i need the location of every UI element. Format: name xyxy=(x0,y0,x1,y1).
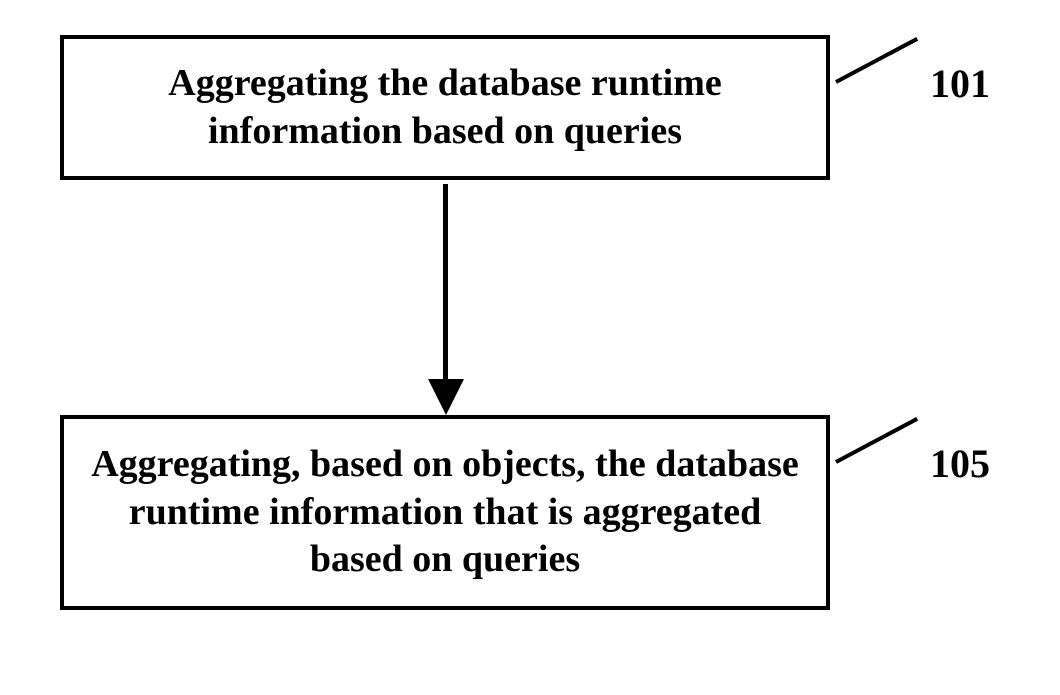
label-connector-line xyxy=(835,37,918,84)
step-label-101: 101 xyxy=(930,60,990,107)
arrow-down-icon xyxy=(443,184,447,415)
flowchart-step-105: Aggregating, based on objects, the datab… xyxy=(60,415,830,610)
label-connector-line xyxy=(835,417,918,464)
step-text: Aggregating the database runtime informa… xyxy=(84,60,806,155)
step-label-105: 105 xyxy=(930,440,990,487)
flowchart-container: Aggregating the database runtime informa… xyxy=(0,0,1060,695)
step-text: Aggregating, based on objects, the datab… xyxy=(84,441,806,584)
flowchart-step-101: Aggregating the database runtime informa… xyxy=(60,35,830,180)
